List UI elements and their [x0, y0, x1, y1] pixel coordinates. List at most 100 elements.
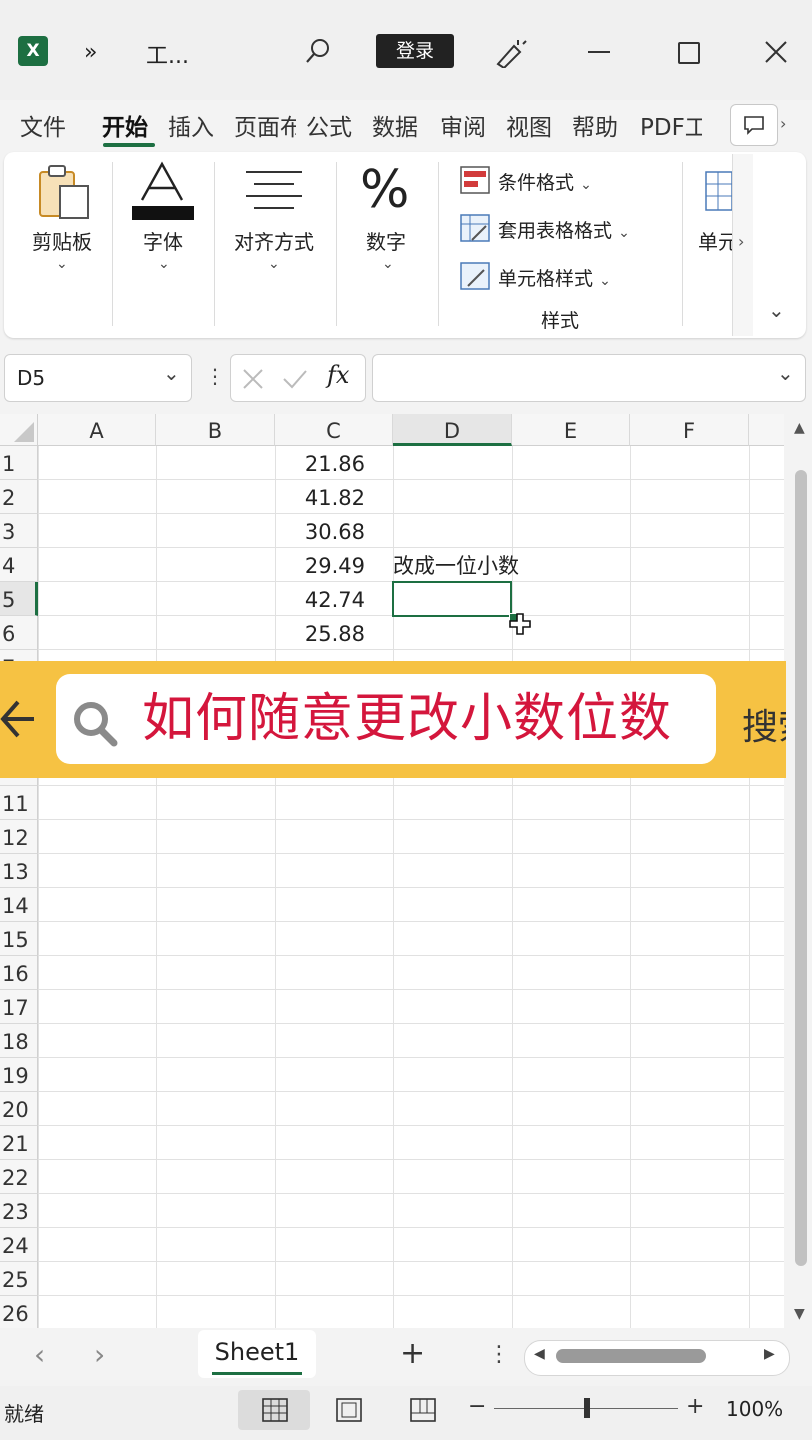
- column-header-d[interactable]: D: [393, 414, 512, 446]
- row-header-20[interactable]: 20: [0, 1092, 38, 1126]
- cell-c6[interactable]: 25.88: [275, 616, 365, 650]
- active-cell-d5[interactable]: [392, 581, 512, 617]
- align-icon[interactable]: [246, 168, 302, 212]
- row-header-14[interactable]: 14: [0, 888, 38, 922]
- tab-formulas[interactable]: 公式: [306, 108, 352, 142]
- scroll-right-icon[interactable]: ▶: [764, 1346, 775, 1362]
- zoom-level[interactable]: 100%: [726, 1397, 783, 1421]
- sheet-prev-icon[interactable]: ‹: [34, 1338, 45, 1371]
- cancel-icon[interactable]: [241, 367, 265, 391]
- font-group-label[interactable]: 字体: [126, 226, 200, 255]
- tab-file[interactable]: 文件: [20, 108, 66, 142]
- page-break-view-icon[interactable]: [410, 1398, 436, 1422]
- number-group-label[interactable]: 数字: [350, 226, 422, 255]
- tab-page-layout[interactable]: 页面布: [234, 108, 296, 142]
- column-header-b[interactable]: B: [156, 414, 275, 446]
- row-header-5[interactable]: 5: [0, 582, 38, 616]
- row-header-21[interactable]: 21: [0, 1126, 38, 1160]
- column-header-a[interactable]: A: [38, 414, 156, 446]
- column-header-c[interactable]: C: [275, 414, 393, 446]
- tab-help[interactable]: 帮助: [572, 108, 618, 142]
- minimize-icon[interactable]: [588, 51, 610, 53]
- tab-data[interactable]: 数据: [372, 108, 418, 142]
- scroll-up-icon[interactable]: ▲: [794, 420, 805, 436]
- ribbon-scroll-right[interactable]: ›: [732, 154, 753, 336]
- row-header-11[interactable]: 11: [0, 786, 38, 820]
- tab-review[interactable]: 审阅: [440, 108, 486, 142]
- column-header-f[interactable]: F: [630, 414, 749, 446]
- chevron-down-icon[interactable]: ⌄: [56, 256, 68, 272]
- row-header-25[interactable]: 25: [0, 1262, 38, 1296]
- row-header-13[interactable]: 13: [0, 854, 38, 888]
- row-header-26[interactable]: 26: [0, 1296, 38, 1328]
- more-options-icon[interactable]: ⋮: [205, 364, 225, 388]
- chevron-down-icon[interactable]: ⌄: [268, 256, 280, 272]
- add-sheet-button[interactable]: +: [400, 1336, 425, 1371]
- cell-c1[interactable]: 21.86: [275, 446, 365, 480]
- row-header-22[interactable]: 22: [0, 1160, 38, 1194]
- sheet-options-icon[interactable]: ⋮: [488, 1342, 510, 1367]
- tab-home[interactable]: 开始: [102, 108, 148, 142]
- row-header-19[interactable]: 19: [0, 1058, 38, 1092]
- tab-view[interactable]: 视图: [506, 108, 552, 142]
- login-button[interactable]: 登录: [376, 34, 454, 68]
- copilot-wand-icon[interactable]: [494, 36, 528, 68]
- table-format-button[interactable]: 套用表格格式 ⌄: [498, 216, 630, 243]
- row-header-24[interactable]: 24: [0, 1228, 38, 1262]
- formula-input[interactable]: ⌄: [372, 354, 806, 402]
- normal-view-button[interactable]: [238, 1390, 310, 1430]
- zoom-in-button[interactable]: +: [686, 1394, 704, 1419]
- cells-icon[interactable]: [704, 164, 732, 214]
- select-all-corner[interactable]: [0, 414, 38, 446]
- cell-c2[interactable]: 41.82: [275, 480, 365, 514]
- name-box[interactable]: D5 ⌄: [4, 354, 192, 402]
- row-header-18[interactable]: 18: [0, 1024, 38, 1058]
- alignment-group-label[interactable]: 对齐方式: [222, 226, 326, 255]
- tab-pdf-tools[interactable]: PDF工: [640, 108, 702, 142]
- cell-c4[interactable]: 29.49: [275, 548, 365, 582]
- cell-c3[interactable]: 30.68: [275, 514, 365, 548]
- clipboard-paste-icon[interactable]: [36, 162, 92, 222]
- horizontal-scroll-thumb[interactable]: [556, 1349, 706, 1363]
- percent-icon[interactable]: %: [360, 160, 409, 220]
- row-header-23[interactable]: 23: [0, 1194, 38, 1228]
- cell-c5[interactable]: 42.74: [275, 582, 365, 616]
- enter-check-icon[interactable]: [281, 367, 309, 391]
- row-header-17[interactable]: 17: [0, 990, 38, 1024]
- vertical-scroll-thumb[interactable]: [795, 470, 807, 1266]
- row-header-1[interactable]: 1: [0, 446, 38, 480]
- zoom-out-button[interactable]: −: [468, 1394, 486, 1419]
- row-header-16[interactable]: 16: [0, 956, 38, 990]
- zoom-slider-thumb[interactable]: [584, 1398, 590, 1418]
- sheet-tab-sheet1[interactable]: Sheet1: [198, 1330, 316, 1378]
- scroll-left-icon[interactable]: ◀: [534, 1346, 545, 1362]
- insert-function-icon[interactable]: fx: [327, 361, 349, 389]
- font-color-icon[interactable]: [132, 160, 194, 224]
- row-header-15[interactable]: 15: [0, 922, 38, 956]
- row-header-4[interactable]: 4: [0, 548, 38, 582]
- close-icon[interactable]: [764, 40, 788, 64]
- comments-button[interactable]: [730, 104, 778, 146]
- document-title[interactable]: 工...: [146, 38, 189, 70]
- cell-d4[interactable]: 改成一位小数: [393, 548, 539, 582]
- sheet-next-icon[interactable]: ›: [94, 1338, 105, 1371]
- conditional-format-button[interactable]: 条件格式 ⌄: [498, 168, 592, 195]
- tabs-scroll-right-icon[interactable]: ›: [780, 114, 786, 133]
- maximize-icon[interactable]: [678, 42, 700, 64]
- overflow-chevron-icon[interactable]: »: [84, 40, 97, 65]
- row-header-6[interactable]: 6: [0, 616, 38, 650]
- clipboard-group-label[interactable]: 剪贴板: [20, 226, 104, 255]
- row-header-12[interactable]: 12: [0, 820, 38, 854]
- page-layout-view-icon[interactable]: [336, 1398, 362, 1422]
- ribbon-collapse-chevron-icon[interactable]: ⌄: [768, 298, 785, 322]
- row-header-2[interactable]: 2: [0, 480, 38, 514]
- cells-group-label[interactable]: 单元: [698, 226, 732, 255]
- column-header-e[interactable]: E: [512, 414, 630, 446]
- scroll-down-icon[interactable]: ▼: [794, 1306, 805, 1322]
- tab-insert[interactable]: 插入: [168, 108, 214, 142]
- search-icon[interactable]: [304, 36, 334, 66]
- back-arrow-icon[interactable]: [0, 696, 36, 742]
- cell-style-button[interactable]: 单元格样式 ⌄: [498, 264, 611, 291]
- row-header-3[interactable]: 3: [0, 514, 38, 548]
- chevron-down-icon[interactable]: ⌄: [158, 256, 170, 272]
